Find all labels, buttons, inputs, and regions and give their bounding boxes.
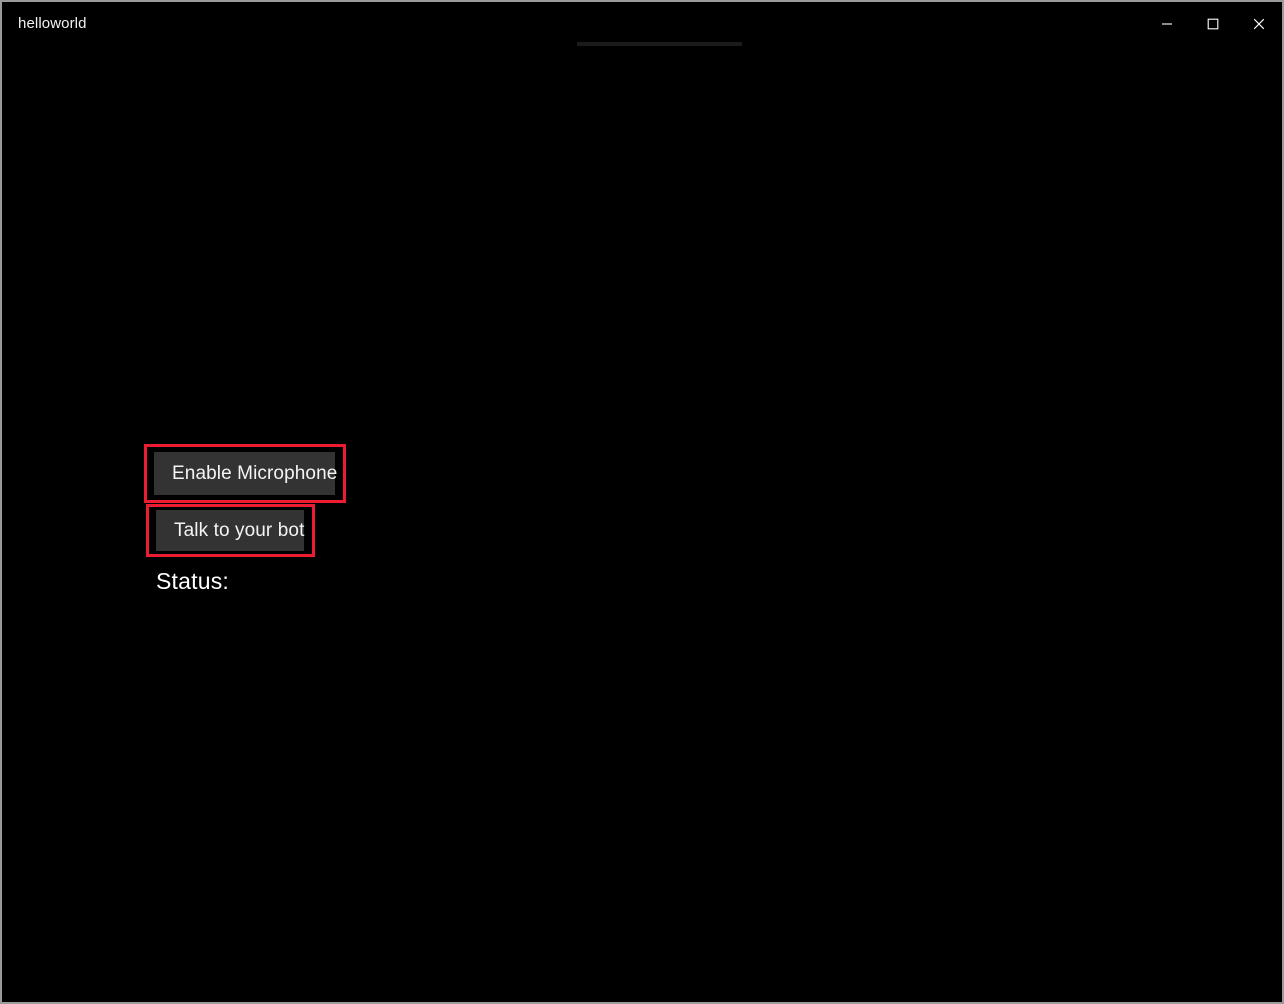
window-title: helloworld [18, 15, 87, 32]
maximize-icon [1207, 18, 1219, 30]
close-icon [1253, 18, 1265, 30]
app-window: helloworld Enable Microphone Talk to you… [0, 0, 1284, 1004]
enable-microphone-button[interactable]: Enable Microphone [154, 452, 337, 495]
minimize-button[interactable] [1144, 2, 1190, 46]
app-content-area: Enable Microphone Talk to your bot Statu… [2, 46, 1282, 1002]
close-button[interactable] [1236, 2, 1282, 46]
status-label: Status: [156, 568, 229, 594]
maximize-button[interactable] [1190, 2, 1236, 46]
minimize-icon [1161, 18, 1173, 30]
talk-to-your-bot-button[interactable]: Talk to your bot [156, 510, 304, 551]
title-bar: helloworld [2, 2, 1282, 46]
window-controls [1144, 2, 1282, 46]
